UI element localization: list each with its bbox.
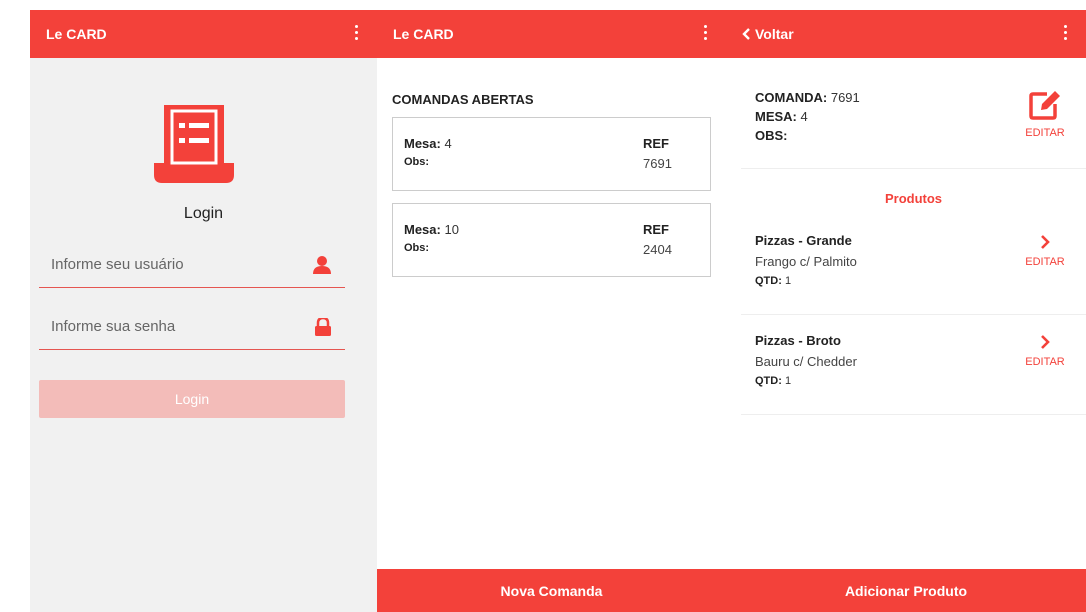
- kebab-menu-icon[interactable]: [704, 25, 708, 40]
- detail-app-bar: Voltar: [726, 10, 1086, 58]
- obs-line: OBS:: [755, 128, 788, 143]
- edit-label: EDITAR: [1025, 127, 1065, 139]
- product-qtd-line: QTD: 1: [755, 375, 791, 387]
- username-field: [39, 244, 345, 288]
- ref-label: REF: [643, 136, 669, 151]
- app-title: Le CARD: [46, 26, 107, 42]
- login-app-bar: Le CARD: [30, 10, 377, 58]
- edit-comanda-button[interactable]: EDITAR: [1020, 90, 1070, 139]
- comanda-detail-screen: Voltar COMANDA: 7691 MESA: 4 OBS: EDITAR…: [726, 10, 1086, 612]
- qtd-label: QTD:: [755, 275, 782, 287]
- mesa-line: Mesa: 10: [404, 222, 459, 237]
- product-flavor: Bauru c/ Chedder: [755, 354, 857, 369]
- edit-label: EDITAR: [1025, 356, 1065, 368]
- adicionar-produto-button[interactable]: Adicionar Produto: [726, 569, 1086, 612]
- comandas-screen: Le CARD COMANDAS ABERTAS Mesa: 4 Obs: RE…: [377, 10, 726, 612]
- app-title: Le CARD: [393, 26, 454, 42]
- obs-label: Obs:: [404, 156, 430, 168]
- product-item[interactable]: Pizzas - Grande Frango c/ Palmito QTD: 1…: [741, 215, 1086, 315]
- product-qtd-line: QTD: 1: [755, 275, 791, 287]
- produtos-title: Produtos: [884, 191, 943, 206]
- ref-label: REF: [643, 222, 669, 237]
- comanda-line: COMANDA: 7691: [755, 90, 860, 105]
- product-item[interactable]: Pizzas - Broto Bauru c/ Chedder QTD: 1 E…: [741, 315, 1086, 415]
- chevron-right-icon: [1041, 235, 1050, 249]
- chevron-right-icon: [1041, 335, 1050, 349]
- mesa-label: MESA:: [755, 109, 797, 124]
- comanda-header: COMANDA: 7691 MESA: 4 OBS: EDITAR: [741, 58, 1086, 169]
- comanda-card[interactable]: Mesa: 4 Obs: REF 7691: [392, 117, 711, 191]
- comanda-card[interactable]: Mesa: 10 Obs: REF 2404: [392, 203, 711, 277]
- password-input[interactable]: [39, 306, 289, 346]
- edit-icon: [1029, 91, 1060, 120]
- mesa-value: 4: [444, 136, 452, 151]
- product-flavor: Frango c/ Palmito: [755, 254, 857, 269]
- chevron-left-icon: [742, 28, 750, 40]
- kebab-menu-icon[interactable]: [355, 25, 359, 40]
- kebab-menu-icon[interactable]: [1064, 25, 1068, 40]
- mesa-value: 10: [444, 222, 459, 237]
- qtd-label: QTD:: [755, 375, 782, 387]
- edit-product-button[interactable]: EDITAR: [1020, 335, 1070, 368]
- comanda-value: 7691: [830, 90, 860, 105]
- mesa-label: Mesa:: [404, 222, 441, 237]
- obs-label: Obs:: [404, 242, 430, 254]
- back-button[interactable]: Voltar: [742, 26, 794, 42]
- ref-value: 7691: [643, 156, 672, 171]
- password-field: [39, 306, 345, 350]
- login-screen: Le CARD Login Login: [30, 10, 377, 612]
- edit-label: EDITAR: [1025, 256, 1065, 268]
- back-label: Voltar: [755, 26, 794, 42]
- product-name: Pizzas - Grande: [755, 233, 852, 248]
- mesa-value: 4: [800, 109, 808, 124]
- username-input[interactable]: [39, 244, 289, 284]
- comandas-app-bar: Le CARD: [377, 10, 726, 58]
- product-name: Pizzas - Broto: [755, 333, 841, 348]
- user-icon: [313, 256, 331, 274]
- nova-comanda-button[interactable]: Nova Comanda: [377, 569, 726, 612]
- mesa-line: Mesa: 4: [404, 136, 452, 151]
- mesa-line: MESA: 4: [755, 109, 808, 124]
- qtd-value: 1: [784, 275, 792, 287]
- ref-value: 2404: [643, 242, 672, 257]
- obs-label: OBS:: [755, 128, 788, 143]
- login-heading: Login: [183, 205, 224, 222]
- edit-product-button[interactable]: EDITAR: [1020, 235, 1070, 268]
- section-title: COMANDAS ABERTAS: [392, 92, 534, 107]
- receipt-list-icon: [154, 105, 234, 183]
- login-button[interactable]: Login: [39, 380, 345, 418]
- qtd-value: 1: [784, 375, 792, 387]
- lock-icon: [315, 318, 331, 336]
- mesa-label: Mesa:: [404, 136, 441, 151]
- comanda-label: COMANDA:: [755, 90, 828, 105]
